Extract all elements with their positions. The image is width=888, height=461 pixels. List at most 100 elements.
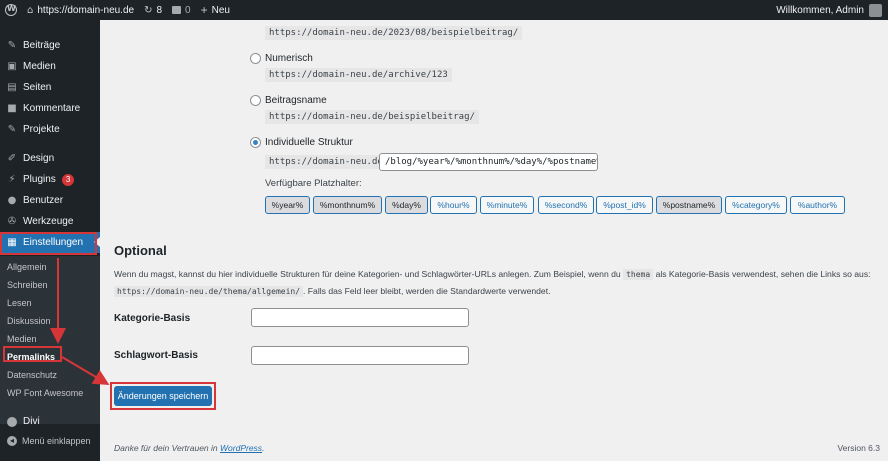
site-name-link[interactable]: ⌂ https://domain-neu.de: [22, 0, 139, 20]
sidebar-item-label: Benutzer: [23, 195, 64, 206]
tag-base-input[interactable]: [251, 346, 469, 365]
user-icon: ●: [7, 195, 17, 206]
wrench-icon: ✇: [7, 216, 17, 227]
media-icon: ▣: [7, 61, 17, 72]
brush-icon: ✐: [7, 153, 17, 164]
sidebar-item-label: Beiträge: [23, 40, 61, 51]
placeholder-year-button[interactable]: %year%: [265, 196, 310, 214]
sidebar-item-plugins[interactable]: ⚡ Plugins 3: [0, 169, 100, 190]
page-icon: ▤: [7, 82, 17, 93]
radio-custom-structure[interactable]: [250, 137, 261, 148]
collapse-menu-button[interactable]: ◂ Menü einklappen: [7, 436, 91, 446]
category-base-input[interactable]: [251, 308, 469, 327]
submenu-diskussion[interactable]: Diskussion: [7, 316, 51, 326]
highlight-permalinks: [3, 346, 62, 362]
date-structure-example: https://domain-neu.de/2023/08/beispielbe…: [265, 26, 523, 40]
numeric-label: Numerisch: [265, 53, 313, 64]
category-base-label: Kategorie-Basis: [114, 313, 191, 324]
sidebar-item-label: Seiten: [23, 82, 52, 93]
wordpress-link[interactable]: WordPress: [220, 443, 262, 453]
custom-structure-label: Individuelle Struktur: [265, 137, 353, 148]
footer-version: Version 6.3: [837, 443, 880, 453]
comment-bubble-icon: [172, 6, 182, 14]
numeric-example: https://domain-neu.de/archive/123: [265, 68, 452, 82]
tag-base-label: Schlagwort-Basis: [114, 350, 198, 361]
postname-example: https://domain-neu.de/beispielbeitrag/: [265, 110, 479, 124]
optional-description: Wenn du magst, kannst du hier individuel…: [114, 266, 884, 300]
sidebar-item-design[interactable]: ✐ Design: [0, 148, 100, 169]
footer-thanks: Danke für dein Vertrauen in WordPress.: [114, 443, 264, 453]
radio-numeric[interactable]: [250, 53, 261, 64]
updates-link[interactable]: ↻ 8: [139, 0, 167, 20]
placeholder-category-button[interactable]: %category%: [725, 196, 787, 214]
sidebar-item-label: Divi: [23, 416, 40, 427]
optional-heading: Optional: [114, 243, 167, 258]
postname-label: Beitragsname: [265, 95, 327, 106]
sidebar-item-label: Design: [23, 153, 55, 164]
sidebar-item-benutzer[interactable]: ● Benutzer: [0, 190, 100, 211]
submenu-lesen[interactable]: Lesen: [7, 298, 32, 308]
sidebar-item-beitraege[interactable]: ✎ Beiträge: [0, 35, 100, 56]
comments-link[interactable]: 0: [167, 0, 196, 20]
placeholder-monthnum-button[interactable]: %monthnum%: [313, 196, 382, 214]
plus-icon: +: [200, 3, 208, 17]
submenu-allgemein[interactable]: Allgemein: [7, 262, 47, 272]
my-account-menu[interactable]: Willkommen, Admin: [776, 0, 882, 20]
submenu-medien[interactable]: Medien: [7, 334, 37, 344]
submenu-schreiben[interactable]: Schreiben: [7, 280, 48, 290]
admin-bar: ⌂ https://domain-neu.de ↻ 8 0 + Neu Will…: [0, 0, 888, 20]
save-changes-button[interactable]: Änderungen speichern: [114, 386, 212, 406]
comment-icon: ■: [7, 103, 17, 114]
sidebar-item-label: Werkzeuge: [23, 216, 74, 227]
comments-count: 0: [185, 4, 191, 16]
footer-period: .: [262, 443, 265, 453]
settings-submenu: Allgemein Schreiben Lesen Diskussion Med…: [0, 256, 100, 424]
optional-desc-text: . Falls das Feld leer bleibt, werden die…: [303, 286, 551, 296]
avatar: [869, 3, 882, 17]
updates-count: 8: [156, 4, 163, 16]
wordpress-logo-icon: [5, 4, 17, 16]
placeholder-minute-button[interactable]: %minute%: [480, 196, 534, 214]
sidebar-item-label: Medien: [23, 61, 56, 72]
sidebar-item-projekte[interactable]: ✎ Projekte: [0, 119, 100, 140]
sidebar-item-divi[interactable]: Divi: [0, 411, 100, 432]
wp-logo-menu[interactable]: [0, 0, 22, 20]
optional-desc-text: Wenn du magst, kannst du hier individuel…: [114, 269, 621, 279]
submenu-wp-font-awesome[interactable]: WP Font Awesome: [7, 388, 83, 398]
divi-icon: [7, 416, 17, 427]
new-content-link[interactable]: + Neu: [196, 0, 235, 20]
placeholder-postname-button[interactable]: %postname%: [656, 196, 722, 214]
optional-desc-text: als Kategorie-Basis verwendest, sehen di…: [655, 269, 871, 279]
new-label: Neu: [211, 4, 230, 16]
collapse-icon: ◂: [7, 436, 17, 446]
sidebar-item-kommentare[interactable]: ■ Kommentare: [0, 98, 100, 119]
sidebar-item-label: Projekte: [23, 124, 60, 135]
placeholders-label: Verfügbare Platzhalter:: [265, 178, 362, 189]
optional-desc-code: thema: [623, 269, 654, 280]
placeholder-second-button[interactable]: %second%: [538, 196, 594, 214]
collapse-label: Menü einklappen: [22, 436, 91, 446]
sidebar-item-werkzeuge[interactable]: ✇ Werkzeuge: [0, 211, 100, 232]
sidebar-item-label: Plugins: [23, 174, 56, 185]
sidebar-item-seiten[interactable]: ▤ Seiten: [0, 77, 100, 98]
pin-icon: ✎: [7, 40, 17, 51]
highlight-einstellungen: [0, 232, 97, 255]
site-name: https://domain-neu.de: [37, 4, 135, 16]
submenu-datenschutz[interactable]: Datenschutz: [7, 370, 57, 380]
welcome-text: Willkommen, Admin: [776, 4, 864, 16]
radio-postname[interactable]: [250, 95, 261, 106]
optional-desc-code: https://domain-neu.de/thema/allgemein/: [114, 286, 304, 297]
pin-icon: ✎: [7, 124, 17, 135]
sidebar-item-medien[interactable]: ▣ Medien: [0, 56, 100, 77]
plug-icon: ⚡: [8, 174, 16, 185]
home-icon: ⌂: [27, 4, 34, 16]
placeholder-day-button[interactable]: %day%: [385, 196, 428, 214]
placeholder-author-button[interactable]: %author%: [790, 196, 845, 214]
custom-structure-input[interactable]: /blog/%year%/%monthnum%/%day%/%postname%…: [379, 153, 598, 171]
updates-icon: ↻: [144, 4, 153, 16]
custom-structure-prefix: https://domain-neu.de: [265, 155, 387, 169]
plugins-update-badge: 3: [61, 173, 75, 186]
placeholder-post-id-button[interactable]: %post_id%: [596, 196, 653, 214]
placeholder-hour-button[interactable]: %hour%: [430, 196, 477, 214]
sidebar-item-label: Kommentare: [23, 103, 81, 114]
